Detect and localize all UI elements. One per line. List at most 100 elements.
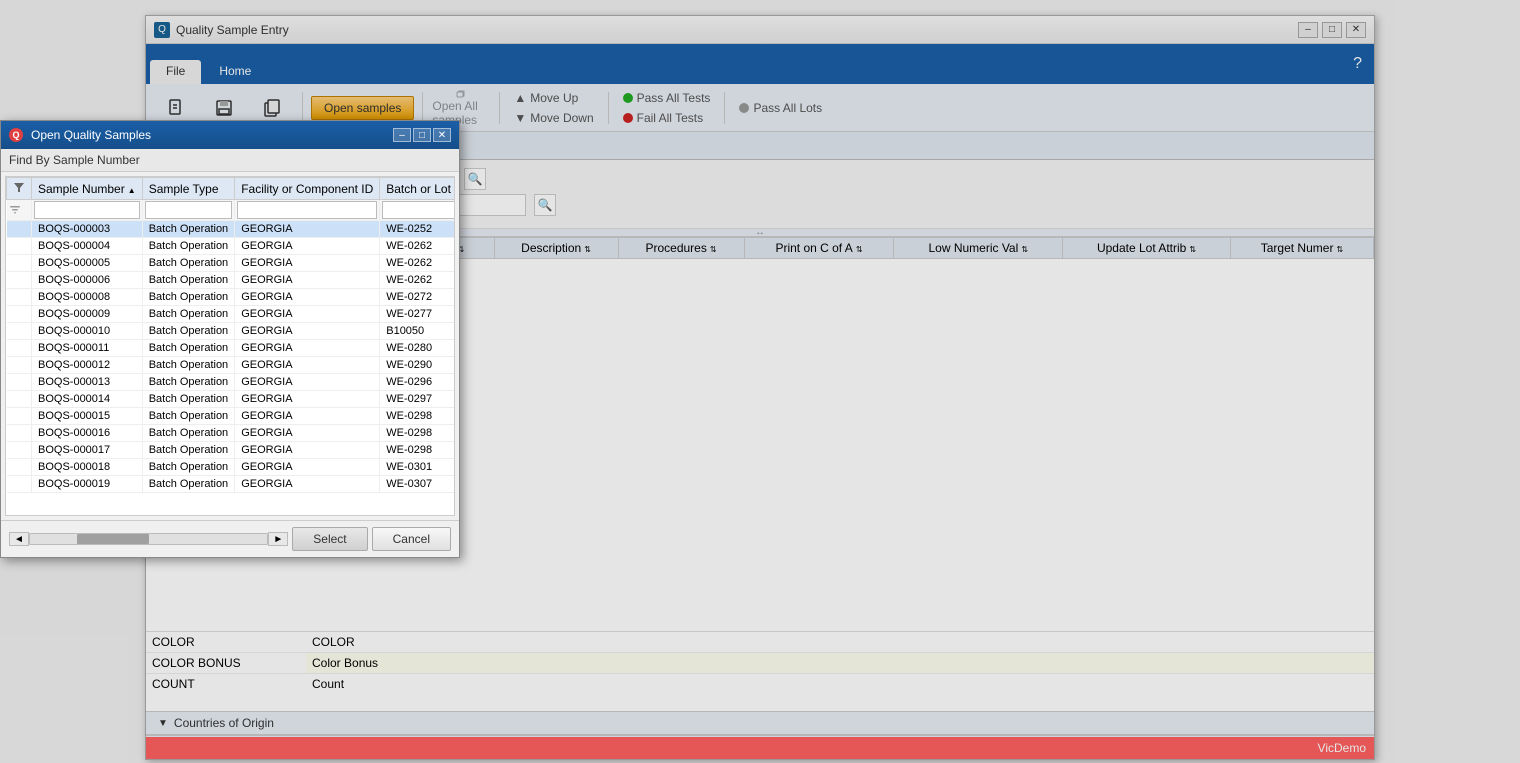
scroll-left-button[interactable]: ◄	[9, 532, 29, 546]
dialog-row[interactable]: BOQS-000004Batch OperationGEORGIAWE-0262	[7, 238, 456, 255]
cancel-button[interactable]: Cancel	[372, 527, 451, 551]
row-batch: WE-0277	[380, 306, 455, 323]
filter-cell-icon	[7, 200, 32, 221]
row-sample-number: BOQS-000013	[32, 374, 143, 391]
row-facility: GEORGIA	[235, 272, 380, 289]
dialog-row[interactable]: BOQS-000014Batch OperationGEORGIAWE-0297	[7, 391, 456, 408]
dialog-row[interactable]: BOQS-000019Batch OperationGEORGIAWE-0307	[7, 476, 456, 493]
col-sort-sample: ▲	[128, 186, 136, 195]
dialog-row[interactable]: BOQS-000016Batch OperationGEORGIAWE-0298	[7, 425, 456, 442]
row-facility: GEORGIA	[235, 306, 380, 323]
row-batch: WE-0301	[380, 459, 455, 476]
row-sample-type: Batch Operation	[142, 306, 235, 323]
row-sample-type: Batch Operation	[142, 272, 235, 289]
filter-sample-type[interactable]	[145, 201, 233, 219]
dialog-col-header-select[interactable]	[7, 178, 32, 200]
col-label-sample-type: Sample Type	[149, 182, 219, 196]
row-facility: GEORGIA	[235, 374, 380, 391]
row-batch: WE-0307	[380, 476, 455, 493]
dialog-row[interactable]: BOQS-000012Batch OperationGEORGIAWE-0290	[7, 357, 456, 374]
row-select-cell	[7, 306, 32, 323]
row-sample-type: Batch Operation	[142, 323, 235, 340]
row-sample-type: Batch Operation	[142, 238, 235, 255]
filter-batch[interactable]	[382, 201, 455, 219]
row-sample-number: BOQS-000011	[32, 340, 143, 357]
row-sample-type: Batch Operation	[142, 459, 235, 476]
row-sample-number: BOQS-000017	[32, 442, 143, 459]
row-batch: WE-0298	[380, 442, 455, 459]
filter-cell-facility[interactable]	[235, 200, 380, 221]
row-select-cell	[7, 374, 32, 391]
dialog-title: Open Quality Samples	[31, 128, 391, 142]
dialog-header-row: Sample Number ▲ Sample Type Facility or …	[7, 178, 456, 200]
dialog-row[interactable]: BOQS-000015Batch OperationGEORGIAWE-0298	[7, 408, 456, 425]
dialog-row[interactable]: BOQS-000013Batch OperationGEORGIAWE-0296	[7, 374, 456, 391]
dialog-row[interactable]: BOQS-000017Batch OperationGEORGIAWE-0298	[7, 442, 456, 459]
row-batch: WE-0262	[380, 255, 455, 272]
select-button[interactable]: Select	[292, 527, 367, 551]
col-label-sample-number: Sample Number	[38, 182, 125, 196]
dialog-maximize-button[interactable]: □	[413, 128, 431, 142]
filter-cell-sample-type[interactable]	[142, 200, 235, 221]
dialog-row[interactable]: BOQS-000006Batch OperationGEORGIAWE-0262	[7, 272, 456, 289]
dialog-minimize-button[interactable]: –	[393, 128, 411, 142]
dialog-row[interactable]: BOQS-000011Batch OperationGEORGIAWE-0280	[7, 340, 456, 357]
scroll-right-button[interactable]: ►	[268, 532, 288, 546]
dialog-row[interactable]: BOQS-000018Batch OperationGEORGIAWE-0301	[7, 459, 456, 476]
row-batch: B10050	[380, 323, 455, 340]
row-batch: WE-0252	[380, 221, 455, 238]
dialog-data-grid: Sample Number ▲ Sample Type Facility or …	[6, 177, 455, 493]
dialog-overlay: Q Open Quality Samples – □ ✕ Find By Sam…	[0, 0, 1520, 763]
dialog-col-header-batch[interactable]: Batch or Lot ID	[380, 178, 455, 200]
row-batch: WE-0296	[380, 374, 455, 391]
dialog-bottom: ◄ ► Select Cancel	[1, 520, 459, 557]
row-batch: WE-0298	[380, 408, 455, 425]
row-select-cell	[7, 323, 32, 340]
filter-facility[interactable]	[237, 201, 377, 219]
dialog-col-header-sample-type[interactable]: Sample Type	[142, 178, 235, 200]
row-select-cell	[7, 289, 32, 306]
row-select-cell	[7, 476, 32, 493]
filter-sample-number[interactable]	[34, 201, 140, 219]
dialog-row[interactable]: BOQS-000005Batch OperationGEORGIAWE-0262	[7, 255, 456, 272]
row-batch: WE-0280	[380, 340, 455, 357]
row-sample-type: Batch Operation	[142, 340, 235, 357]
dialog-close-button[interactable]: ✕	[433, 128, 451, 142]
col-label-facility: Facility or Component ID	[241, 182, 373, 196]
row-sample-number: BOQS-000008	[32, 289, 143, 306]
row-sample-type: Batch Operation	[142, 408, 235, 425]
row-sample-number: BOQS-000018	[32, 459, 143, 476]
dialog-row[interactable]: BOQS-000010Batch OperationGEORGIAB10050	[7, 323, 456, 340]
row-sample-type: Batch Operation	[142, 357, 235, 374]
scroll-track[interactable]	[29, 533, 268, 545]
row-sample-type: Batch Operation	[142, 425, 235, 442]
filter-cell-batch[interactable]	[380, 200, 455, 221]
row-select-cell	[7, 221, 32, 238]
scrollbar-area: ◄ ►	[9, 532, 288, 546]
row-sample-number: BOQS-000019	[32, 476, 143, 493]
row-select-cell	[7, 391, 32, 408]
row-select-cell	[7, 442, 32, 459]
row-facility: GEORGIA	[235, 340, 380, 357]
dialog-row[interactable]: BOQS-000008Batch OperationGEORGIAWE-0272	[7, 289, 456, 306]
dialog-grid-container[interactable]: Sample Number ▲ Sample Type Facility or …	[5, 176, 455, 516]
row-select-cell	[7, 340, 32, 357]
dialog-col-header-sample-number[interactable]: Sample Number ▲	[32, 178, 143, 200]
dialog-col-header-facility[interactable]: Facility or Component ID	[235, 178, 380, 200]
dialog-row[interactable]: BOQS-000009Batch OperationGEORGIAWE-0277	[7, 306, 456, 323]
row-sample-number: BOQS-000003	[32, 221, 143, 238]
row-select-cell	[7, 238, 32, 255]
row-sample-number: BOQS-000014	[32, 391, 143, 408]
dialog-row[interactable]: BOQS-000003Batch OperationGEORGIAWE-0252	[7, 221, 456, 238]
row-sample-number: BOQS-000005	[32, 255, 143, 272]
row-select-cell	[7, 272, 32, 289]
filter-icon	[13, 181, 25, 193]
filter-cell-sample-number[interactable]	[32, 200, 143, 221]
row-sample-type: Batch Operation	[142, 374, 235, 391]
row-batch: WE-0262	[380, 238, 455, 255]
row-facility: GEORGIA	[235, 221, 380, 238]
row-sample-number: BOQS-000010	[32, 323, 143, 340]
row-facility: GEORGIA	[235, 442, 380, 459]
row-facility: GEORGIA	[235, 459, 380, 476]
row-sample-number: BOQS-000015	[32, 408, 143, 425]
